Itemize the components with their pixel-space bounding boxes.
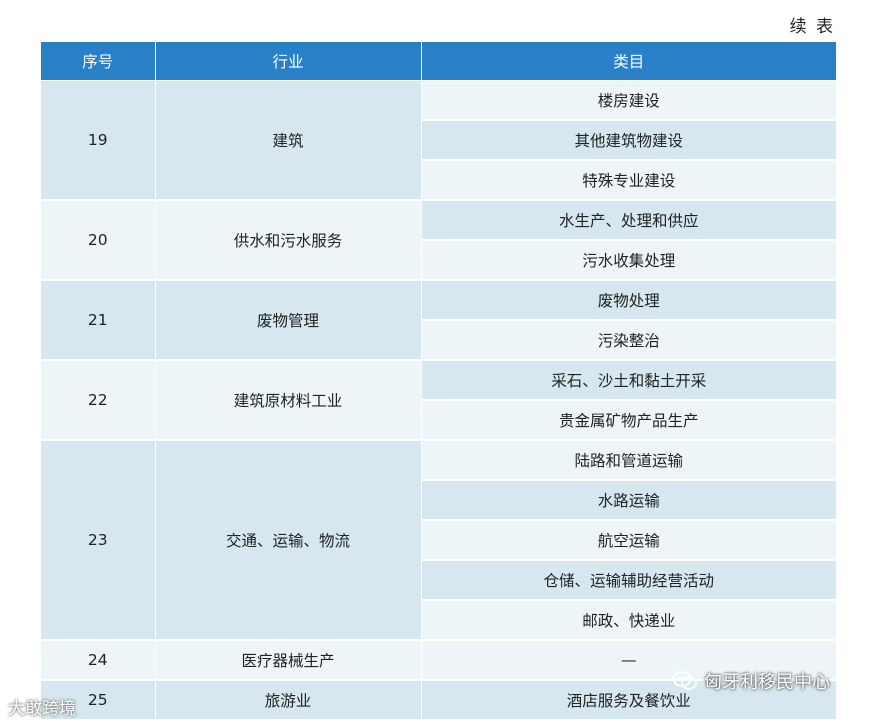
row-category-item: 其他建筑物建设 [421, 120, 836, 161]
row-category-item: 水生产、处理和供应 [421, 200, 836, 241]
table-row: 19 建筑 楼房建设 [41, 80, 836, 201]
wechat-icon [672, 671, 697, 690]
row-industry: 废物管理 [155, 280, 422, 361]
header-category: 类目 [421, 42, 836, 81]
row-industry: 供水和污水服务 [155, 200, 422, 281]
row-category-item: 邮政、快递业 [421, 600, 836, 641]
row-category-item: 水路运输 [421, 480, 836, 521]
row-number: 19 [41, 80, 156, 201]
row-category-item: 贵金属矿物产品生产 [421, 400, 836, 441]
row-number: 24 [41, 640, 156, 681]
row-category-item: 废物处理 [421, 280, 836, 321]
row-industry: 建筑原材料工业 [155, 360, 422, 441]
row-number: 20 [41, 200, 156, 281]
row-industry: 交通、运输、物流 [155, 440, 422, 641]
watermark-text: 匈牙利移民中心 [704, 672, 830, 693]
table-row: 21 废物管理 废物处理 [41, 280, 836, 361]
row-industry: 医疗器械生产 [155, 640, 422, 681]
header-number: 序号 [41, 42, 156, 81]
industry-category-table: 序号 行业 类目 19 建筑 楼房建设 其他建筑物建设 特殊专业建设 20 供水… [41, 42, 836, 721]
watermark: 匈牙利移民中心 [672, 668, 830, 694]
row-industry: 旅游业 [155, 680, 422, 721]
row-category-item: 污水收集处理 [421, 240, 836, 281]
row-category-item: 特殊专业建设 [421, 160, 836, 201]
table-row: 20 供水和污水服务 水生产、处理和供应 [41, 200, 836, 281]
row-category-item: 采石、沙土和黏土开采 [421, 360, 836, 401]
row-category-item: 污染整治 [421, 320, 836, 361]
row-category-item: 陆路和管道运输 [421, 440, 836, 481]
row-industry: 建筑 [155, 80, 422, 201]
row-number: 22 [41, 360, 156, 441]
row-number: 21 [41, 280, 156, 361]
row-number: 23 [41, 440, 156, 641]
table-row: 23 交通、运输、物流 陆路和管道运输 [41, 440, 836, 641]
table-caption: 续 表 [789, 17, 835, 37]
row-category-item: 航空运输 [421, 520, 836, 561]
watermark-left: 大敢跨境 [8, 699, 76, 719]
row-category-item: 楼房建设 [421, 80, 836, 121]
row-category-item: 仓储、运输辅助经营活动 [421, 560, 836, 601]
table-row: 22 建筑原材料工业 采石、沙土和黏土开采 [41, 360, 836, 441]
table-header-row: 序号 行业 类目 [41, 42, 836, 81]
header-industry: 行业 [155, 42, 422, 81]
